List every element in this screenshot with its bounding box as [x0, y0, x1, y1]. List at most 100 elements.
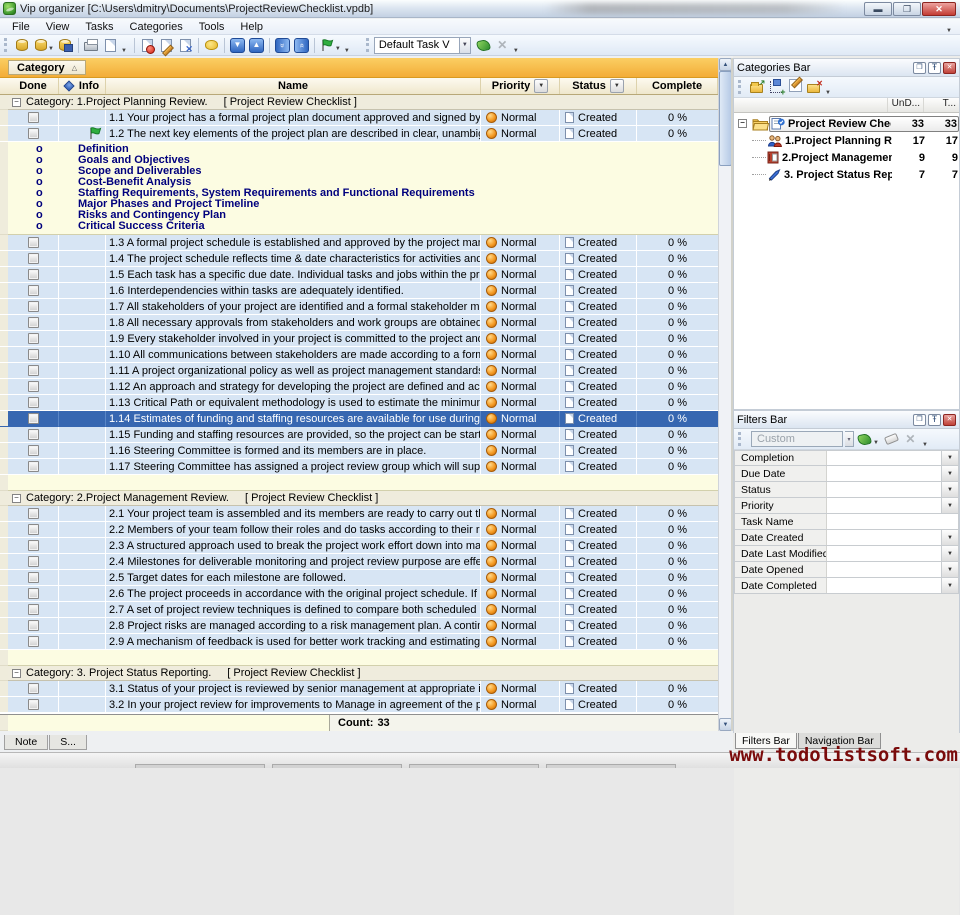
category-tree-item-project-review-checklist[interactable]: Project Review Checklist3333	[734, 115, 959, 132]
task-row[interactable]: 2.7 A set of project review techniques i…	[0, 602, 718, 618]
done-checkbox[interactable]	[28, 333, 39, 344]
task-row[interactable]: 1.15 Funding and staffing resources are …	[0, 427, 718, 443]
panel-pin-icon[interactable]	[928, 62, 941, 74]
panel-close-icon[interactable]	[943, 414, 956, 426]
task-row[interactable]: 1.6 Interdependencies within tasks are a…	[0, 283, 718, 299]
menu-item-categories[interactable]: Categories	[122, 21, 191, 33]
apply-filter-icon[interactable]	[856, 431, 873, 447]
column-header-info[interactable]: Info	[59, 78, 106, 94]
new-task-icon[interactable]	[138, 36, 157, 54]
move-to-bottom-icon[interactable]: »	[273, 36, 292, 54]
move-up-icon[interactable]: ▲	[247, 36, 266, 54]
menu-item-tools[interactable]: Tools	[191, 21, 233, 33]
done-checkbox[interactable]	[28, 683, 39, 694]
apply-filter-dropdown-icon[interactable]	[873, 435, 879, 447]
filter-value[interactable]	[827, 451, 941, 465]
column-header-name[interactable]: Name	[106, 78, 481, 94]
done-checkbox[interactable]	[28, 508, 39, 519]
task-row[interactable]: 1.2 The next key elements of the project…	[0, 126, 718, 142]
filter-row-date-opened[interactable]: Date Opened	[734, 562, 959, 578]
task-row[interactable]: 3.1 Status of your project is reviewed b…	[0, 681, 718, 697]
done-checkbox[interactable]	[28, 429, 39, 440]
menu-item-tasks[interactable]: Tasks	[77, 21, 121, 33]
done-checkbox[interactable]	[28, 112, 39, 123]
edit-task-icon[interactable]	[157, 36, 176, 54]
panel-restore-icon[interactable]	[913, 414, 926, 426]
filter-value[interactable]	[827, 482, 941, 497]
filter-value[interactable]	[827, 498, 941, 513]
column-undone[interactable]: UnD...	[887, 98, 923, 112]
print-preview-icon[interactable]	[101, 36, 120, 54]
apply-view-icon[interactable]	[474, 36, 493, 54]
category-tree-item-1-project-planning-review[interactable]: 1.Project Planning Review.1717	[734, 132, 959, 149]
task-row[interactable]: 1.11 A project organizational policy as …	[0, 363, 718, 379]
done-checkbox[interactable]	[28, 588, 39, 599]
category-group-row[interactable]: Category: 2.Project Management Review.[ …	[0, 491, 718, 506]
done-checkbox[interactable]	[28, 253, 39, 264]
filter-row-priority[interactable]: Priority	[734, 498, 959, 514]
done-checkbox[interactable]	[28, 301, 39, 312]
menu-overflow-icon[interactable]	[946, 27, 952, 34]
menu-item-file[interactable]: File	[4, 21, 38, 33]
new-category-icon[interactable]	[748, 79, 765, 95]
filter-dropdown-icon[interactable]	[941, 498, 958, 513]
column-header-complete[interactable]: Complete	[637, 78, 718, 94]
filter-dropdown-icon[interactable]	[941, 578, 958, 593]
save-database-icon[interactable]	[56, 36, 75, 54]
column-header-priority[interactable]: Priority	[481, 78, 560, 94]
task-row[interactable]: 3.2 In your project review for improveme…	[0, 697, 718, 713]
categories-overflow-icon[interactable]	[825, 85, 831, 97]
filter-dropdown-icon[interactable]	[941, 482, 958, 497]
clear-filter-icon[interactable]	[883, 431, 900, 447]
close-button[interactable]: ✕	[922, 2, 956, 16]
priority-filter-icon[interactable]	[534, 79, 548, 93]
task-row[interactable]: 1.14 Estimates of funding and staffing r…	[0, 411, 718, 427]
filter-preset-arrow-icon[interactable]	[845, 431, 854, 447]
done-checkbox[interactable]	[28, 572, 39, 583]
done-checkbox[interactable]	[28, 381, 39, 392]
move-to-top-icon[interactable]: »	[292, 36, 311, 54]
minimize-button[interactable]: ▬	[864, 2, 892, 16]
menu-item-help[interactable]: Help	[232, 21, 271, 33]
maximize-button[interactable]: ❐	[893, 2, 921, 16]
done-checkbox[interactable]	[28, 604, 39, 615]
group-by-category-chip[interactable]: Category	[8, 60, 86, 75]
filter-row-completion[interactable]: Completion	[734, 450, 959, 466]
done-checkbox[interactable]	[28, 540, 39, 551]
add-subcategory-icon[interactable]	[767, 79, 784, 95]
task-row[interactable]: 2.4 Milestones for deliverable monitorin…	[0, 554, 718, 570]
menu-item-view[interactable]: View	[38, 21, 78, 33]
flag-icon[interactable]	[318, 36, 337, 54]
tab-s[interactable]: S...	[49, 735, 87, 750]
move-down-icon[interactable]: ▼	[228, 36, 247, 54]
filter-row-date-last-modified[interactable]: Date Last Modified	[734, 546, 959, 562]
delete-task-icon[interactable]	[176, 36, 195, 54]
task-row[interactable]: 1.10 All communications between stakehol…	[0, 347, 718, 363]
done-checkbox[interactable]	[28, 620, 39, 631]
filter-row-date-completed[interactable]: Date Completed	[734, 578, 959, 594]
done-checkbox[interactable]	[28, 524, 39, 535]
done-checkbox[interactable]	[28, 349, 39, 360]
edit-category-icon[interactable]	[786, 79, 803, 95]
panel-restore-icon[interactable]	[913, 62, 926, 74]
open-database-icon[interactable]	[31, 36, 50, 54]
print-icon[interactable]	[82, 36, 101, 54]
filter-dropdown-icon[interactable]	[941, 546, 958, 561]
done-checkbox[interactable]	[28, 269, 39, 280]
done-checkbox[interactable]	[28, 413, 39, 424]
category-group-row[interactable]: Category: 3. Project Status Reporting.[ …	[0, 666, 718, 681]
remove-filter-icon[interactable]: ✕	[902, 431, 919, 447]
done-checkbox[interactable]	[28, 365, 39, 376]
task-row[interactable]: 2.1 Your project team is assembled and i…	[0, 506, 718, 522]
delete-category-icon[interactable]	[805, 79, 822, 95]
task-view-combo[interactable]: Default Task V	[374, 37, 460, 54]
done-checkbox[interactable]	[28, 556, 39, 567]
done-checkbox[interactable]	[28, 397, 39, 408]
done-checkbox[interactable]	[28, 461, 39, 472]
category-tree-item-3-project-status-reporting[interactable]: 3. Project Status Reporting.77	[734, 166, 959, 183]
toolbar-grip[interactable]	[366, 38, 371, 52]
done-checkbox[interactable]	[28, 636, 39, 647]
filter-row-date-created[interactable]: Date Created	[734, 530, 959, 546]
panel-pin-icon[interactable]	[928, 414, 941, 426]
filter-value[interactable]	[827, 530, 941, 545]
